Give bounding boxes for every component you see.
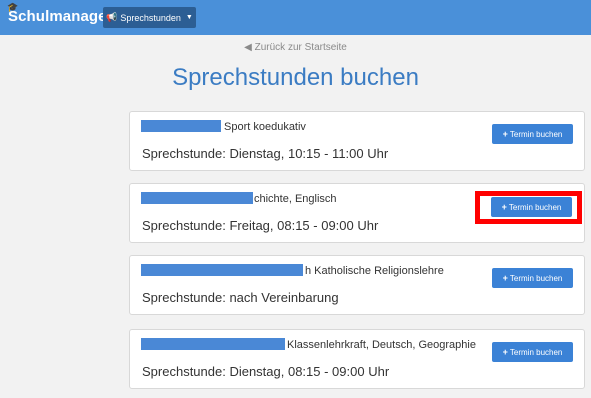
top-navbar: 🎓 Schulmanager 📢 Sprechstunden ▼ <box>0 0 591 35</box>
book-appointment-button[interactable]: + Termin buchen <box>492 342 573 362</box>
back-link-label: Zurück zur Startseite <box>254 42 347 53</box>
book-appointment-button[interactable]: + Termin buchen <box>492 124 573 144</box>
plus-icon: + <box>502 347 508 357</box>
plus-icon: + <box>502 273 508 283</box>
button-label: Termin buchen <box>509 273 563 283</box>
book-appointment-button[interactable]: + Termin buchen <box>492 268 573 288</box>
teacher-card: Klassenlehrkraft, Deutsch, Geographie Sp… <box>129 329 585 389</box>
page-title: Sprechstunden buchen <box>172 64 419 91</box>
brand-name: Schulmanager <box>8 8 113 25</box>
button-label: Termin buchen <box>509 129 563 139</box>
redacted-teacher-name <box>141 120 221 132</box>
redacted-teacher-name <box>141 192 253 204</box>
office-hours: Sprechstunde: Dienstag, 10:15 - 11:00 Uh… <box>142 146 389 161</box>
highlight-annotation <box>475 191 582 224</box>
redacted-teacher-name <box>141 338 285 350</box>
teacher-subjects: chichte, Englisch <box>254 193 337 205</box>
teacher-subjects: Sport koedukativ <box>224 121 306 133</box>
office-hours: Sprechstunde: Dienstag, 08:15 - 09:00 Uh… <box>142 364 390 379</box>
office-hours: Sprechstunde: Freitag, 08:15 - 09:00 Uhr <box>142 218 379 233</box>
plus-icon: + <box>502 129 508 139</box>
megaphone-icon: 📢 <box>106 12 118 22</box>
back-to-start-link[interactable]: ◀ Zurück zur Startseite <box>0 42 591 53</box>
teacher-card: Sport koedukativ Sprechstunde: Dienstag,… <box>129 111 585 171</box>
office-hours: Sprechstunde: nach Vereinbarung <box>142 290 339 305</box>
graduation-cap-icon: 🎓 <box>7 2 19 12</box>
sprechstunden-menu-button[interactable]: 📢 Sprechstunden ▼ <box>103 7 196 28</box>
circle-arrow-left-icon: ◀ <box>244 42 252 53</box>
button-label: Termin buchen <box>509 347 563 357</box>
chevron-down-icon: ▼ <box>185 14 193 21</box>
teacher-subjects: Klassenlehrkraft, Deutsch, Geographie <box>287 339 476 351</box>
teacher-subjects: h Katholische Religionslehre <box>305 265 444 277</box>
nav-menu-label: Sprechstunden <box>120 12 181 23</box>
teacher-card: h Katholische Religionslehre Sprechstund… <box>129 255 585 315</box>
brand-logo[interactable]: 🎓 Schulmanager <box>7 2 113 25</box>
redacted-teacher-name <box>141 264 303 276</box>
